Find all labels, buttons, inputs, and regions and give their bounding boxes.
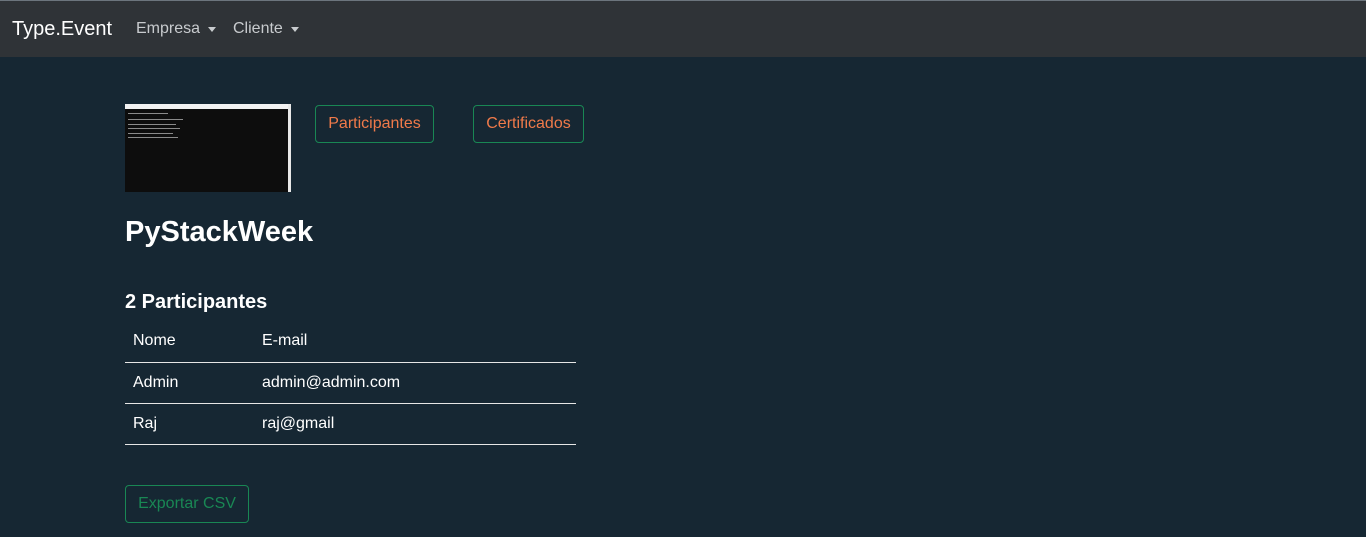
table-row: Admin admin@admin.com: [125, 362, 576, 404]
participant-name: Raj: [125, 403, 254, 445]
participant-email: raj@gmail: [254, 403, 576, 445]
thumbnail-text-line: [128, 119, 183, 120]
caret-down-icon: [208, 26, 217, 32]
column-header-name: Nome: [125, 321, 254, 363]
menu-empresa[interactable]: Empresa: [136, 19, 217, 39]
participants-button[interactable]: Participantes: [315, 105, 434, 143]
participant-name: Admin: [125, 362, 254, 404]
table-row: Raj raj@gmail: [125, 403, 576, 445]
participants-table: Nome E-mail Admin admin@admin.com Raj ra…: [125, 321, 576, 445]
participant-email: admin@admin.com: [254, 362, 576, 404]
column-header-email: E-mail: [254, 321, 576, 363]
export-csv-button[interactable]: Exportar CSV: [125, 485, 249, 523]
table-header-row: Nome E-mail: [125, 321, 576, 363]
menu-cliente-label: Cliente: [233, 20, 283, 37]
caret-down-icon: [290, 26, 299, 32]
thumbnail-text-line: [128, 128, 180, 129]
event-thumbnail: [125, 104, 291, 192]
thumbnail-text-line: [128, 124, 176, 125]
top-navbar: Type.Event Empresa Cliente: [0, 0, 1366, 57]
thumbnail-titlebar: [125, 104, 288, 109]
participants-count: 2 Participantes: [125, 291, 268, 313]
thumbnail-text-line: [128, 133, 173, 134]
menu-empresa-label: Empresa: [136, 20, 201, 37]
thumbnail-text-line: [128, 113, 168, 114]
menu-cliente[interactable]: Cliente: [233, 19, 299, 39]
certificates-button[interactable]: Certificados: [473, 105, 584, 143]
thumbnail-text-line: [128, 137, 178, 138]
event-title: PyStackWeek: [125, 216, 314, 248]
brand-link[interactable]: Type.Event: [12, 17, 112, 41]
